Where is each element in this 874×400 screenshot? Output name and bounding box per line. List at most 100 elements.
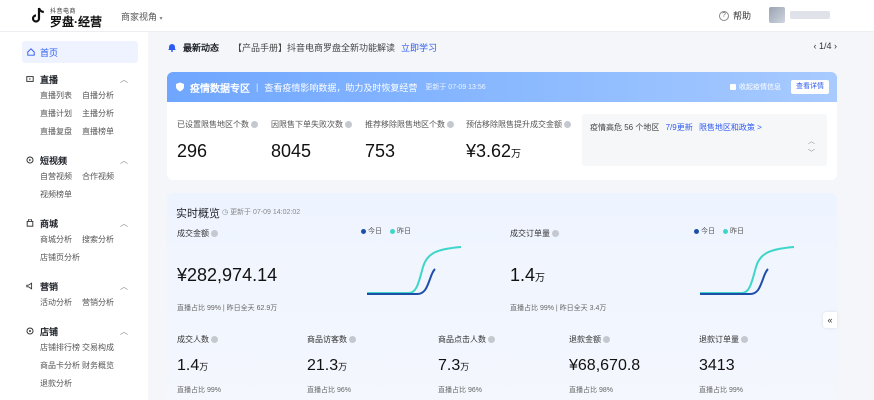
shop-icon bbox=[26, 327, 34, 335]
douyin-logo-icon bbox=[31, 7, 44, 23]
info-icon[interactable] bbox=[552, 230, 559, 237]
sidebar-item-refund[interactable]: 退款分析 bbox=[40, 378, 82, 389]
sidebar-item-home[interactable]: 首页 bbox=[22, 41, 138, 63]
info-icon[interactable] bbox=[251, 121, 258, 128]
realtime-overview-card: 实时概览 ◷ 更新于 07-09 14:02:02 成交金额 ¥282,974.… bbox=[167, 193, 837, 400]
sidebar-group-marketing: 营销 ︿ 活动分析 营销分析 bbox=[22, 279, 138, 311]
sidebar-item-self-live[interactable]: 自播分析 bbox=[82, 90, 124, 101]
info-icon[interactable] bbox=[349, 336, 356, 343]
sidebar-item-mall-analysis[interactable]: 商城分析 bbox=[40, 234, 82, 245]
sidebar-item-own-video[interactable]: 自营视频 bbox=[40, 171, 82, 182]
sidebar-group-video: 短视频 ︿ 自营视频 合作视频 视频榜单 bbox=[22, 153, 138, 203]
logo[interactable]: 抖音电商 罗盘·经营 bbox=[30, 5, 110, 29]
order-count-metric[interactable]: 成交订单量 1.4万 直播占比 99% | 昨日全天 3.4万 bbox=[510, 228, 606, 313]
sidebar-item-live-plan[interactable]: 直播计划 bbox=[40, 108, 82, 119]
collapse-epidemic-button[interactable]: 收起疫情信息 bbox=[730, 82, 781, 92]
sidebar-group-header[interactable]: 短视频 ︿ bbox=[22, 153, 138, 167]
epidemic-region-panel: 疫情高危 56 个地区 7/9更新 限售地区和政策 > ︿ ﹀ bbox=[582, 114, 827, 166]
sidebar-item-coop-video[interactable]: 合作视频 bbox=[82, 171, 124, 182]
sidebar-group-label: 直播 bbox=[40, 74, 59, 85]
sidebar-item-live-list[interactable]: 直播列表 bbox=[40, 90, 82, 101]
metric-value: 7.3万 bbox=[438, 357, 470, 374]
sidebar-group-label: 商城 bbox=[40, 218, 59, 229]
legend-yesterday: 昨日 bbox=[390, 226, 411, 236]
metric-footnote: 直播占比 96% bbox=[438, 387, 482, 394]
sidebar-item-search-analysis[interactable]: 搜索分析 bbox=[82, 234, 124, 245]
metric-label: 已设置限售地区个数 bbox=[177, 120, 249, 129]
announcement-text[interactable]: 【产品手册】抖音电商罗盘全新功能解读 bbox=[233, 41, 395, 54]
sidebar-item-video-rank[interactable]: 视频榜单 bbox=[40, 189, 82, 200]
chevron-down-icon: ▾ bbox=[159, 16, 163, 22]
sidebar-group-label: 营销 bbox=[40, 281, 59, 292]
info-icon[interactable] bbox=[564, 121, 571, 128]
announcement-bar: 最新动态 【产品手册】抖音电商罗盘全新功能解读 立即学习 ‹ 1/4 › bbox=[167, 37, 837, 57]
clock-icon: ◷ bbox=[222, 209, 231, 216]
role-switch-label: 商家视角 bbox=[121, 12, 158, 22]
help-link[interactable]: ? 帮助 bbox=[719, 9, 751, 22]
restriction-policy-link[interactable]: 限售地区和政策 > bbox=[699, 123, 762, 132]
metric-footnote: 直播占比 99% bbox=[177, 387, 221, 394]
metric-value: 8045 bbox=[271, 141, 312, 161]
sidebar-item-product-card[interactable]: 商品卡分析 bbox=[40, 360, 82, 371]
metric-label: 退款金额 bbox=[569, 335, 601, 344]
panel-scroll-arrows[interactable]: ︿ ﹀ bbox=[808, 136, 815, 160]
pager-text: 1/4 bbox=[818, 41, 832, 51]
epidemic-card: 疫情数据专区 | 查看疫情影响数据，助力及时恢复经营 更新于 07-09 13:… bbox=[167, 72, 837, 180]
metric-label: 预估移除限售提升成交金额 bbox=[466, 120, 562, 129]
chevron-up-icon: ︿ bbox=[120, 327, 128, 336]
info-icon[interactable] bbox=[345, 121, 352, 128]
sidebar-item-shop-rank[interactable]: 店铺排行榜 bbox=[40, 342, 82, 353]
epidemic-header: 疫情数据专区 | 查看疫情影响数据，助力及时恢复经营 更新于 07-09 13:… bbox=[167, 72, 837, 102]
home-icon bbox=[27, 48, 35, 56]
refund-amount-metric[interactable]: 退款金额 ¥68,670.8 直播占比 98% bbox=[569, 334, 640, 395]
info-icon[interactable] bbox=[211, 230, 218, 237]
sidebar-item-live-rank[interactable]: 直播榜单 bbox=[82, 126, 124, 137]
epidemic-title: 疫情数据专区 bbox=[190, 83, 250, 95]
metric-value: ¥68,670.8 bbox=[569, 357, 641, 374]
chevron-right-icon[interactable]: › bbox=[834, 41, 837, 51]
chevron-up-icon: ︿ bbox=[120, 75, 128, 84]
role-switch-dropdown[interactable]: 商家视角 ▾ bbox=[121, 10, 163, 23]
info-icon[interactable] bbox=[211, 336, 218, 343]
avatar[interactable] bbox=[769, 7, 785, 23]
gmv-metric[interactable]: 成交金额 ¥282,974.14 直播占比 99% | 昨日全天 62.9万 bbox=[177, 228, 277, 313]
metric-label: 退款订单量 bbox=[699, 335, 739, 344]
sidebar-item-live-review[interactable]: 直播复盘 bbox=[40, 126, 82, 137]
metric-value: 1.4万 bbox=[177, 357, 209, 374]
info-icon[interactable] bbox=[447, 121, 454, 128]
sidebar-item-finance[interactable]: 财务概览 bbox=[82, 360, 124, 371]
metric-label: 商品访客数 bbox=[307, 335, 347, 344]
metric-order-failures: 因限售下单失败次数 8045 bbox=[271, 119, 352, 162]
today-line bbox=[700, 268, 769, 295]
view-detail-button[interactable]: 查看详情 bbox=[791, 80, 829, 94]
today-line bbox=[367, 268, 436, 295]
learn-now-link[interactable]: 立即学习 bbox=[401, 41, 437, 54]
side-panel-toggle-button[interactable]: « bbox=[823, 312, 837, 328]
refund-orders-metric[interactable]: 退款订单量 3413 直播占比 99% bbox=[699, 334, 748, 395]
sidebar-group-header[interactable]: 商城 ︿ bbox=[22, 216, 138, 230]
user-name-blurred[interactable] bbox=[790, 11, 830, 19]
sidebar-item-anchor[interactable]: 主播分析 bbox=[82, 108, 124, 119]
info-icon[interactable] bbox=[488, 336, 495, 343]
product-clicks-metric[interactable]: 商品点击人数 7.3万 直播占比 96% bbox=[438, 334, 495, 395]
sidebar-group-header[interactable]: 营销 ︿ bbox=[22, 279, 138, 293]
metric-footnote: 直播占比 98% bbox=[569, 387, 613, 394]
metric-footnote: 直播占比 96% bbox=[307, 387, 351, 394]
product-visitors-metric[interactable]: 商品访客数 21.3万 直播占比 96% bbox=[307, 334, 356, 395]
sidebar-item-activity[interactable]: 活动分析 bbox=[40, 297, 82, 308]
info-icon[interactable] bbox=[603, 336, 610, 343]
chevron-up-icon: ︿ bbox=[120, 282, 128, 291]
metric-value: 296 bbox=[177, 141, 208, 161]
sidebar-group-header[interactable]: 直播 ︿ bbox=[22, 72, 138, 86]
sidebar-item-trade-structure[interactable]: 交易构成 bbox=[82, 342, 124, 353]
buyer-count-metric[interactable]: 成交人数 1.4万 直播占比 99% bbox=[177, 334, 221, 395]
mall-icon bbox=[26, 219, 34, 227]
metric-footnote: 直播占比 99% bbox=[699, 387, 743, 394]
sidebar-item-shop-page[interactable]: 店铺页分析 bbox=[40, 252, 82, 263]
announcement-label: 最新动态 bbox=[183, 42, 220, 53]
info-icon[interactable] bbox=[741, 336, 748, 343]
sidebar-item-marketing-analysis[interactable]: 营销分析 bbox=[82, 297, 124, 308]
chart-legend: 今日 昨日 bbox=[694, 226, 744, 236]
sidebar-group-header[interactable]: 店铺 ︿ bbox=[22, 324, 138, 338]
metric-value: ¥3.62万 bbox=[466, 141, 522, 161]
